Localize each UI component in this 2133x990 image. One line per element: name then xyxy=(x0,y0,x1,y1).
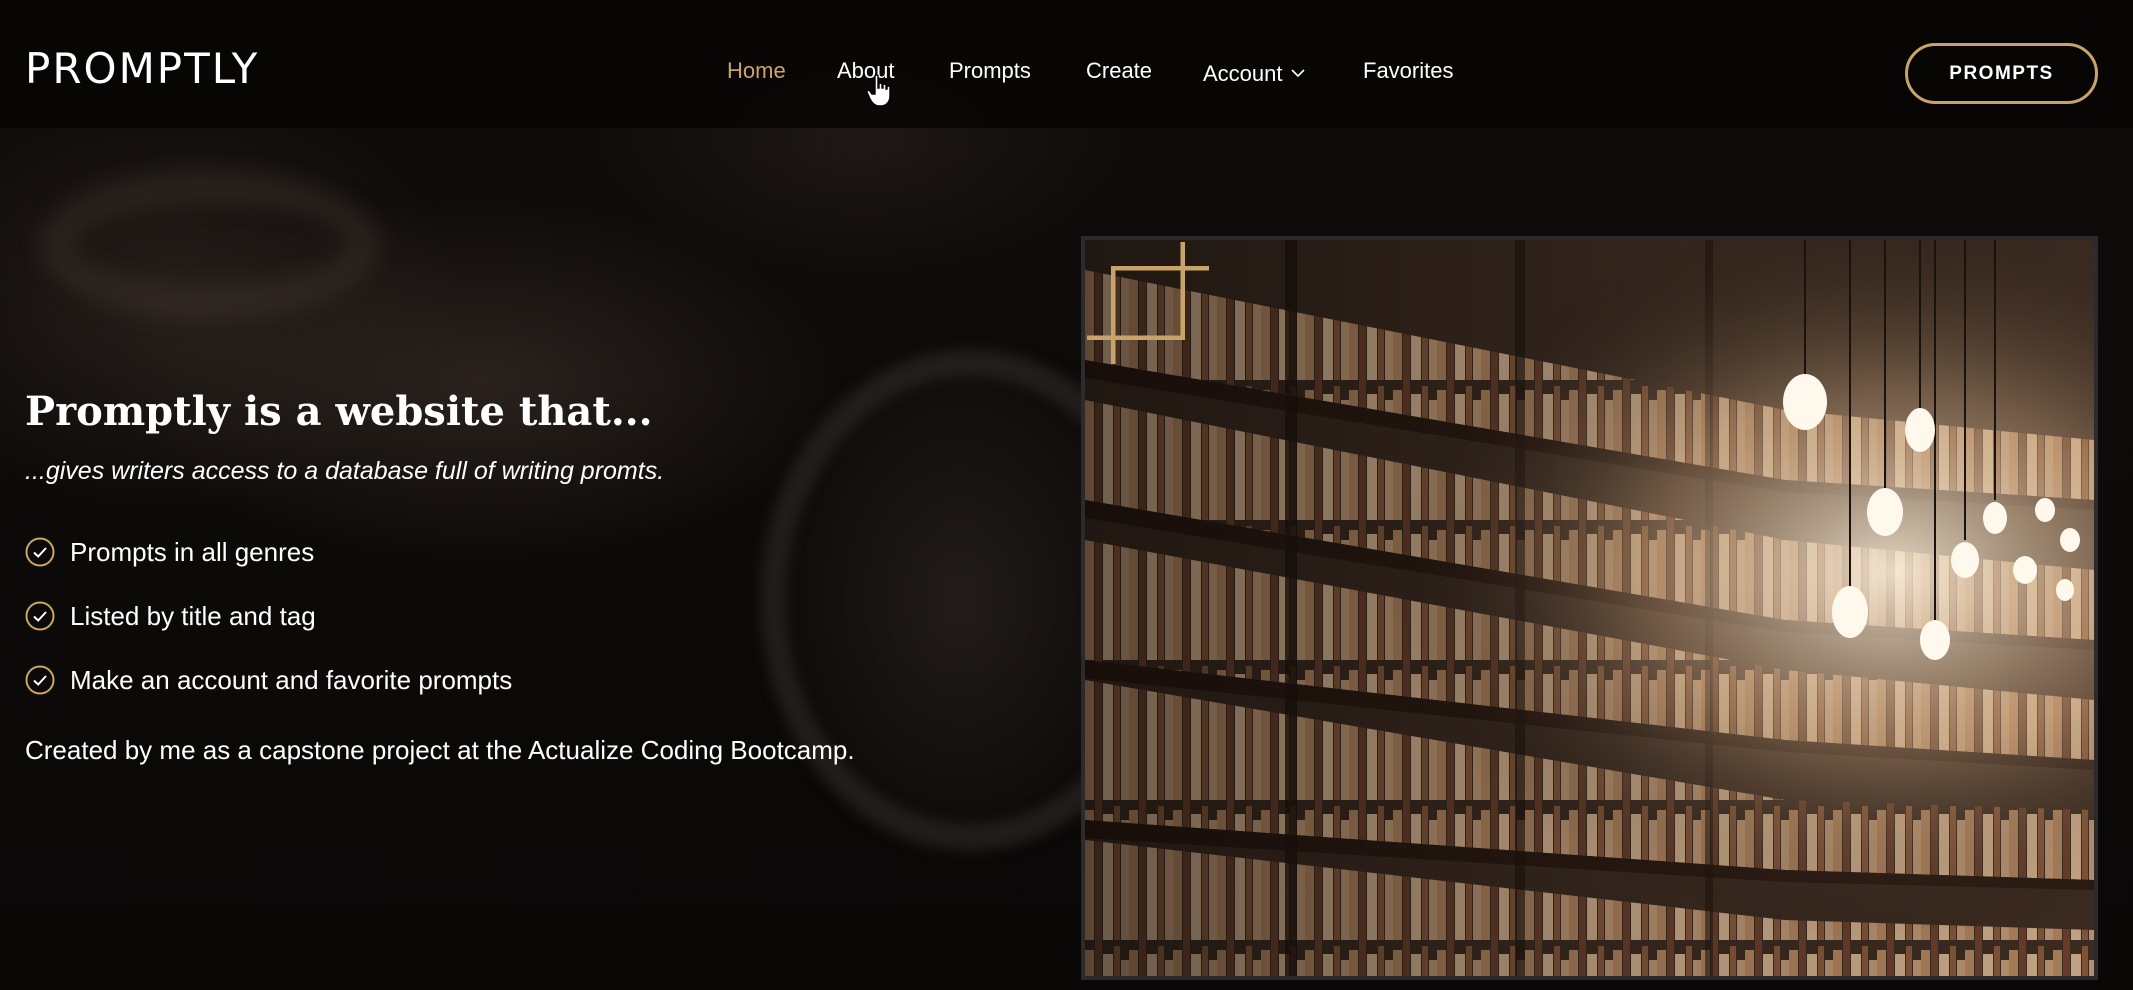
nav-home[interactable]: Home xyxy=(727,58,786,84)
hero-title: Promptly is a website that... xyxy=(25,388,653,435)
check-circle-icon xyxy=(25,665,55,695)
check-circle-icon xyxy=(25,601,55,631)
nav-create[interactable]: Create xyxy=(1086,58,1152,84)
background-object-shape xyxy=(40,170,380,320)
feature-item: Listed by title and tag xyxy=(24,584,512,648)
hand-pointer-icon xyxy=(866,74,891,107)
feature-item: Prompts in all genres xyxy=(24,520,512,584)
credit-text: Created by me as a capstone project at t… xyxy=(25,735,855,765)
feature-label: Listed by title and tag xyxy=(70,600,316,631)
check-circle-icon xyxy=(25,537,55,567)
site-header: PROMPTLY Home About Prompts Create Accou… xyxy=(0,0,2133,128)
nav-prompts[interactable]: Prompts xyxy=(949,58,1031,84)
feature-list: Prompts in all genres Listed by title an… xyxy=(24,520,512,712)
site-logo[interactable]: PROMPTLY xyxy=(25,44,259,93)
chevron-down-icon xyxy=(1290,58,1305,84)
library-illustration xyxy=(1085,240,2094,976)
feature-item: Make an account and favorite prompts xyxy=(24,648,512,712)
nav-favorites[interactable]: Favorites xyxy=(1363,58,1453,84)
prompts-button[interactable]: PROMPTS xyxy=(1905,43,2098,104)
hero-subtitle: ...gives writers access to a database fu… xyxy=(25,457,665,485)
corner-bracket-bottom-right xyxy=(1087,242,1185,340)
nav-account[interactable]: Account xyxy=(1203,58,1305,87)
feature-label: Prompts in all genres xyxy=(70,536,315,567)
feature-label: Make an account and favorite prompts xyxy=(70,664,513,695)
library-photo xyxy=(1081,236,2098,980)
nav-account-label: Account xyxy=(1203,61,1283,86)
